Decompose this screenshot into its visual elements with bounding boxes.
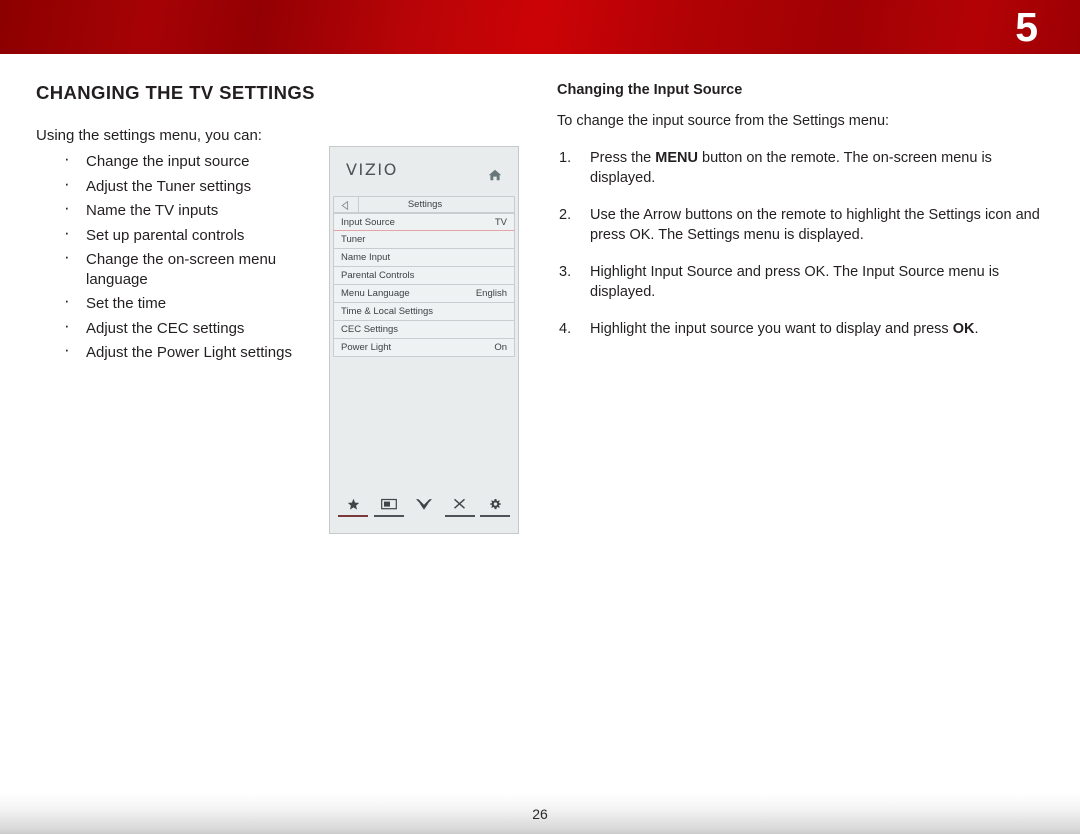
step-text: Highlight Input Source and press OK. The… xyxy=(590,264,999,300)
step-text: Highlight the input source you want to d… xyxy=(590,321,979,337)
tv-menu-item[interactable]: Power Light On xyxy=(333,339,515,357)
step-text: Press the MENU button on the remote. The… xyxy=(590,150,992,186)
settings-gear-button[interactable] xyxy=(480,498,510,517)
procedure-step: 4. Highlight the input source you want to… xyxy=(557,319,1044,339)
step-number: 4. xyxy=(559,321,572,337)
tv-menu-item-label: Tuner xyxy=(341,234,366,245)
tv-menu-item-label: Parental Controls xyxy=(341,270,415,281)
step-number: 2. xyxy=(559,207,572,223)
tv-menu-item[interactable]: CEC Settings xyxy=(333,321,515,339)
home-icon[interactable] xyxy=(488,168,502,181)
tv-menu-icon-bar xyxy=(338,498,510,517)
tv-menu-item[interactable]: Name Input xyxy=(333,249,515,267)
capability-bullet: Adjust the CEC settings xyxy=(36,316,326,339)
close-button[interactable] xyxy=(444,498,475,517)
tv-menu-brand-bar: VIZIO xyxy=(330,147,518,194)
right-column: Changing the Input Source To change the … xyxy=(557,82,1044,356)
step-text: Use the Arrow buttons on the remote to h… xyxy=(590,207,1040,243)
gear-icon xyxy=(480,498,510,513)
page-footer: 26 xyxy=(0,782,1080,834)
chevron-double-down-button[interactable] xyxy=(409,498,439,517)
capability-bullet: Set the time xyxy=(36,291,326,314)
vizio-logo: VIZIO xyxy=(346,160,398,179)
capability-bullet: Adjust the Power Light settings xyxy=(36,340,326,363)
chapter-header-banner: 5 xyxy=(0,0,1080,54)
step-number: 3. xyxy=(559,264,572,280)
intro-text: Using the settings menu, you can: xyxy=(36,127,262,144)
capability-bullet: Adjust the Tuner settings xyxy=(36,174,326,197)
star-button[interactable] xyxy=(338,498,368,517)
chapter-number: 5 xyxy=(1015,4,1038,50)
tv-settings-menu-screenshot: VIZIO Settings Input Source TV Tuner Name I… xyxy=(329,146,519,534)
tv-menu-title-row: Settings xyxy=(333,196,515,213)
procedure-step: 2. Use the Arrow buttons on the remote to… xyxy=(557,205,1044,245)
star-underline xyxy=(338,515,368,517)
tv-menu-item-value: On xyxy=(494,342,507,353)
procedure-step: 3. Highlight Input Source and press OK. T… xyxy=(557,262,1044,302)
step-text-lead: Highlight the input source you want to d… xyxy=(590,321,953,337)
step-text-lead: Highlight Input Source and press OK. The… xyxy=(590,264,1000,300)
close-underline xyxy=(444,515,475,517)
subsection-title: Changing the Input Source xyxy=(557,82,743,98)
capability-bullet: Set up parental controls xyxy=(36,223,326,246)
tv-menu-item-label: Time & Local Settings xyxy=(341,306,434,317)
step-text-tail: . xyxy=(974,321,979,337)
capability-bullet: Name the TV inputs xyxy=(36,198,326,221)
tv-menu-item-value: TV xyxy=(494,217,507,228)
step-text-lead: Press the xyxy=(590,150,656,166)
page-number: 26 xyxy=(532,806,548,822)
star-icon xyxy=(338,498,368,513)
tv-menu-item[interactable]: Time & Local Settings xyxy=(333,303,515,321)
wide-picture-underline xyxy=(373,515,404,517)
step-emphasis: MENU xyxy=(655,150,698,166)
tv-menu-item[interactable]: Parental Controls xyxy=(333,267,515,285)
procedure-lead-text: To change the input source from the Sett… xyxy=(557,113,890,129)
tv-menu-item-label: Name Input xyxy=(341,252,391,263)
procedure-step-list: 1. Press the MENU button on the remote. T… xyxy=(557,148,1044,339)
tv-menu-item[interactable]: Tuner xyxy=(333,231,515,249)
tv-menu-item-value: English xyxy=(475,288,507,299)
step-number: 1. xyxy=(559,150,572,166)
left-column: CHANGING THE TV SETTINGS Using the setti… xyxy=(36,82,326,368)
capabilities-list: Change the input sourceAdjust the Tuner … xyxy=(36,149,326,363)
close-x-icon xyxy=(445,498,475,513)
tv-menu-rows: Settings Input Source TV Tuner Name Input Pa… xyxy=(333,196,515,357)
page-title: CHANGING THE TV SETTINGS xyxy=(36,82,315,103)
tv-menu-item[interactable]: Input Source TV xyxy=(333,213,515,231)
wide-picture-button[interactable] xyxy=(373,498,404,517)
procedure-step: 1. Press the MENU button on the remote. T… xyxy=(557,148,1044,188)
capability-bullet: Change the input source xyxy=(36,149,326,172)
chevron-double-down-icon xyxy=(409,498,439,513)
tv-menu-title: Settings xyxy=(407,199,443,210)
step-emphasis: OK xyxy=(952,321,975,337)
tv-menu-item-label: Input Source xyxy=(341,217,395,228)
tv-menu-item[interactable]: Menu Language English xyxy=(333,285,515,303)
wide-picture-icon xyxy=(374,498,404,513)
tv-menu-item-label: Menu Language xyxy=(341,288,410,299)
gear-underline xyxy=(480,515,510,517)
tv-menu-item-label: CEC Settings xyxy=(341,324,399,335)
tv-menu-item-label: Power Light xyxy=(341,342,392,353)
step-text-lead: Use the Arrow buttons on the remote to h… xyxy=(590,207,1040,243)
capability-bullet: Change the on-screen menu language xyxy=(36,247,326,289)
